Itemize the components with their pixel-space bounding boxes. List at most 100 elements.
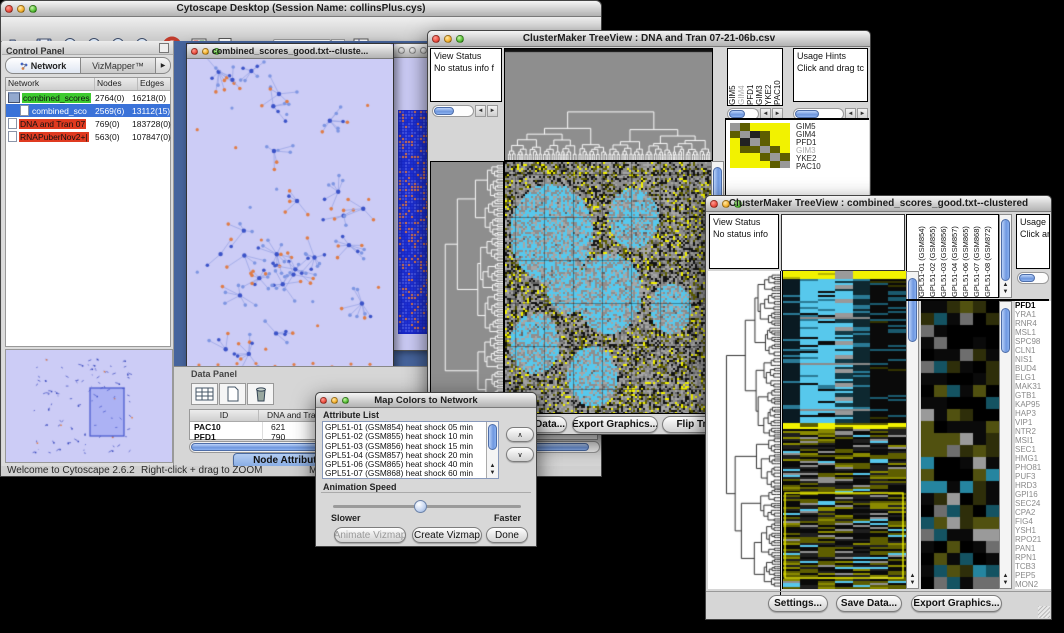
tv2-settings-button[interactable]: Settings... [768, 595, 828, 612]
minimize-icon[interactable] [409, 47, 416, 54]
tv1-summary-heatmap[interactable] [730, 123, 790, 168]
treeview2-titlebar[interactable]: ClusterMaker TreeView : combined_scores_… [706, 196, 1051, 212]
heatmap-column-label[interactable]: GPL51-07 (GSM868) [972, 217, 983, 297]
network-overview-panel[interactable] [5, 349, 173, 463]
heatmap-column-label[interactable]: GIM4 [737, 51, 746, 105]
treeview1-titlebar[interactable]: ClusterMaker TreeView : DNA and Tran 07-… [428, 31, 870, 47]
network-table-row[interactable]: DNA and Tran 07769(0)183728(0) [6, 117, 170, 130]
gene-label[interactable]: PEP5 [1015, 571, 1051, 580]
heatmap-column-label[interactable]: YKE2 [764, 51, 773, 105]
gene-label[interactable]: SEC1 [1015, 445, 1051, 454]
heatmap-column-label[interactable]: GIM3 [755, 51, 764, 105]
gene-label[interactable]: VIP1 [1015, 418, 1051, 427]
gene-label[interactable]: NTR2 [1015, 427, 1051, 436]
gene-label[interactable]: MSI1 [1015, 436, 1051, 445]
network-table-row[interactable]: RNAPuberNov2+|563(0)107847(0) [6, 130, 170, 143]
tab-vizmapper[interactable]: VizMapper™ [81, 57, 156, 74]
tv1-export-graphics-button[interactable]: Export Graphics... [572, 416, 658, 433]
slider-thumb[interactable] [414, 500, 427, 513]
tv2-heatmap-scrollbar[interactable]: ▲▼ [906, 271, 919, 589]
gene-label[interactable]: GTB1 [1015, 391, 1051, 400]
zoom-window-icon[interactable] [420, 47, 427, 54]
gene-label[interactable]: PAN1 [1015, 544, 1051, 553]
gene-label[interactable]: SEC24 [1015, 499, 1051, 508]
gene-label[interactable]: CPA2 [1015, 508, 1051, 517]
tv2-save-data-button[interactable]: Save Data... [836, 595, 902, 612]
gene-label[interactable]: PUF3 [1015, 472, 1051, 481]
float-panel-icon[interactable] [159, 43, 169, 53]
dense-network-view[interactable] [398, 110, 428, 334]
heatmap-column-label[interactable]: PAC10 [773, 51, 782, 105]
gene-label[interactable]: PAC10 [796, 163, 866, 171]
gene-label[interactable]: KAP95 [1015, 400, 1051, 409]
tv1-row-dendrogram[interactable] [430, 161, 504, 414]
network-table-row[interactable]: combined_sco2569(6)13112(15) [6, 104, 170, 117]
tv2-column-labels[interactable]: GPL51-01 (GSM854)GPL51-02 (GSM855)GPL51-… [906, 214, 999, 298]
gene-label[interactable]: ELG1 [1015, 373, 1051, 382]
gene-label[interactable]: MAK31 [1015, 382, 1051, 391]
gene-label[interactable]: YSH1 [1015, 526, 1051, 535]
heatmap-column-label[interactable]: GPL51-02 (GSM855) [928, 217, 939, 297]
gene-label[interactable]: MON2 [1015, 580, 1051, 589]
main-titlebar[interactable]: Cytoscape Desktop (Session Name: collins… [1, 1, 601, 17]
tv2-labels-scrollbar[interactable]: ▲▼ [999, 214, 1012, 298]
heatmap-column-label[interactable]: GPL51-03 (GSM856) [939, 217, 950, 297]
gene-label[interactable]: SPC98 [1015, 337, 1051, 346]
gene-label[interactable]: PHO81 [1015, 463, 1051, 472]
col-id[interactable]: ID [190, 410, 259, 421]
tv2-heatmap[interactable] [782, 271, 906, 589]
gene-label[interactable]: BUD4 [1015, 364, 1051, 373]
animation-slider[interactable] [333, 505, 521, 508]
trash-icon[interactable] [247, 383, 274, 405]
gene-label[interactable]: GPI16 [1015, 490, 1051, 499]
heatmap-column-label[interactable]: GPL51-06 (GSM865) [961, 217, 972, 297]
new-document-icon[interactable] [219, 383, 246, 405]
gene-label[interactable]: YRA1 [1015, 310, 1051, 319]
gene-label[interactable]: FIG4 [1015, 517, 1051, 526]
gene-label[interactable]: NIS1 [1015, 355, 1051, 364]
tv2-column-tree-area[interactable] [781, 214, 905, 271]
attribute-list-item[interactable]: GPL51-07 (GSM868) heat shock 60 min [325, 469, 496, 478]
tv2-row-dendrogram[interactable] [708, 271, 781, 589]
move-down-button[interactable]: ∨ [506, 447, 534, 462]
gene-label[interactable]: CLN1 [1015, 346, 1051, 355]
heatmap-column-label[interactable]: PFD1 [746, 51, 755, 105]
gene-label[interactable]: RNR4 [1015, 319, 1051, 328]
gene-label[interactable]: TCB3 [1015, 562, 1051, 571]
move-up-button[interactable]: ∧ [506, 427, 534, 442]
gene-label[interactable]: MSL1 [1015, 328, 1051, 337]
gene-label[interactable]: RPO21 [1015, 535, 1051, 544]
network-view[interactable] [187, 59, 391, 371]
tv2-zoom-scrollbar[interactable]: ▲▼ [999, 301, 1012, 589]
tv2-export-graphics-button[interactable]: Export Graphics... [911, 595, 1002, 612]
attribute-list[interactable]: GPL51-01 (GSM854) heat shock 05 minGPL51… [322, 421, 499, 479]
heatmap-column-label[interactable]: GIM5 [728, 51, 737, 105]
heatmap-column-label[interactable]: GPL51-08 (GSM872) [983, 217, 994, 297]
close-icon[interactable] [398, 47, 405, 54]
tv1-column-dendrogram[interactable] [504, 48, 713, 161]
tv1-gene-list[interactable]: GIM5GIM4PFD1GIM3YKE2PAC10 [796, 123, 866, 183]
col-edges[interactable]: Edges [138, 78, 170, 90]
tv1-column-labels[interactable]: GIM5GIM4PFD1GIM3YKE2PAC10 [727, 48, 783, 106]
dialog-titlebar[interactable]: Map Colors to Network [316, 393, 536, 408]
gene-label[interactable]: PFD1 [1015, 301, 1051, 310]
tv2-zoom-heatmap[interactable] [921, 301, 999, 589]
gene-label[interactable]: HAP3 [1015, 409, 1051, 418]
animate-vizmap-button[interactable]: Animate Vizmap [334, 527, 406, 543]
heatmap-column-label[interactable]: GPL51-04 (GSM857) [950, 217, 961, 297]
tab-overflow-button[interactable]: ▶ [156, 57, 171, 74]
gene-label[interactable]: HMG1 [1015, 454, 1051, 463]
tab-network[interactable]: Network [5, 57, 81, 74]
network-window-titlebar[interactable]: combined_scores_good.txt--cluste... [187, 44, 393, 59]
gene-label[interactable]: RPN1 [1015, 553, 1051, 562]
col-nodes[interactable]: Nodes [95, 78, 138, 90]
gene-label[interactable]: HRD3 [1015, 481, 1051, 490]
tv2-hints-scrollbar[interactable] [1017, 272, 1049, 284]
tv1-status-scrollbar[interactable]: ◄► [432, 105, 498, 117]
tv1-heatmap[interactable] [504, 161, 712, 414]
table-tool-icon[interactable] [191, 383, 218, 405]
network-table-row[interactable]: combined_scores2764(0)16218(0) [6, 91, 170, 104]
tv2-gene-list[interactable]: PFD1YRA1RNR4MSL1SPC98CLN1NIS1BUD4ELG1MAK… [1015, 301, 1051, 589]
done-button[interactable]: Done [486, 527, 528, 543]
col-network[interactable]: Network [6, 78, 95, 90]
